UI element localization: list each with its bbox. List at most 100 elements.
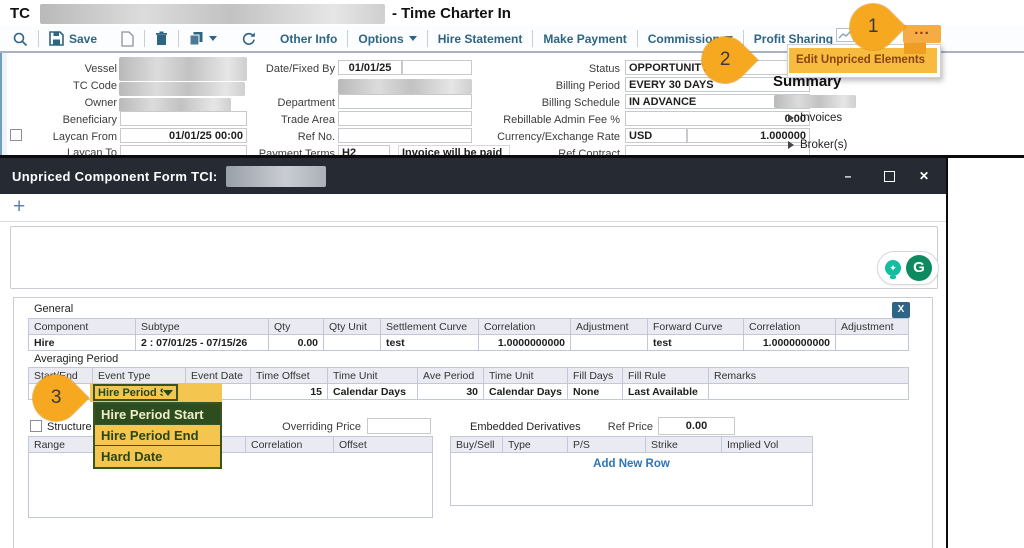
cell-remarks[interactable] [709,384,909,400]
modal-toolbar-row: + [0,194,946,222]
range-table: Range Correlation Offset [28,436,433,518]
derivatives-table-body: Add New Row [451,453,813,506]
cell-component[interactable]: Hire [29,335,136,351]
ref-price-label: Ref Price [595,421,653,433]
search-icon[interactable] [12,31,28,47]
make-payment-button[interactable]: Make Payment [543,32,626,46]
trade-area-label: Trade Area [225,114,335,126]
col-adjustment-1: Adjustment [571,319,648,335]
date-field[interactable]: 01/01/25 [338,60,402,75]
cell-settlement-curve[interactable]: test [381,335,479,351]
tc-code-label: TC Code [7,80,117,92]
toolbar-separator [178,30,179,47]
range-empty-row [29,453,433,518]
cell-time-unit-1[interactable]: Calendar Days [328,384,418,400]
other-info-button[interactable]: Other Info [280,32,337,46]
cell-qty[interactable]: 0.00 [269,335,324,351]
col-range-correlation: Correlation [246,437,334,453]
department-label: Department [225,97,335,109]
cell-adjustment-1[interactable] [571,335,648,351]
more-actions-button[interactable]: ... [903,25,941,43]
summary-brokers-link[interactable]: Broker(s) [788,139,847,151]
cell-ave-period[interactable]: 30 [418,384,484,400]
cell-adjustment-2[interactable] [836,335,909,351]
derivatives-table: Buy/Sell Type P/S Strike Implied Vol Add… [450,436,813,506]
ref-price-input[interactable]: 0.00 [658,417,735,435]
refresh-icon[interactable] [241,31,256,46]
cell-time-unit-2[interactable]: Calendar Days [484,384,568,400]
ref-no-label: Ref No. [225,131,335,143]
section-close-button[interactable]: X [892,302,910,318]
callout-1-number: 1 [868,16,879,38]
col-ave-period: Ave Period [418,368,484,384]
options-menu-button[interactable]: Options [358,32,416,46]
col-correlation-1: Correlation [479,319,571,335]
minimize-button[interactable]: – [840,169,856,183]
cell-correlation-2[interactable]: 1.0000000000 [744,335,836,351]
owner-value-redacted[interactable] [119,98,231,112]
cell-time-offset[interactable]: 15 [251,384,328,400]
rebillable-fee-label: Rebillable Admin Fee % [475,114,620,126]
save-button[interactable]: Save [49,31,97,46]
col-type: Type [503,437,568,453]
rebillable-fee-field[interactable]: 0.00 [625,111,810,126]
overriding-price-input[interactable] [367,418,431,434]
trade-area-field[interactable] [338,111,472,126]
laycan-checkbox[interactable] [10,129,22,141]
laycan-from-label: Laycan From [27,131,117,143]
event-type-value: Hire Period Sta [95,387,163,399]
callout-3-number: 3 [51,387,62,409]
currency-field[interactable]: USD [625,128,687,143]
cell-fill-days[interactable]: None [568,384,623,400]
delete-icon[interactable] [155,31,168,46]
option-hire-period-end[interactable]: Hire Period End [95,425,220,446]
general-table: Component Subtype Qty Qty Unit Settlemen… [28,318,909,351]
event-type-dropdown-list: Hire Period Start Hire Period End Hard D… [93,402,222,469]
cell-correlation-1[interactable]: 1.0000000000 [479,335,571,351]
summary-invoices-link[interactable]: Invoices [788,112,842,124]
cell-forward-curve[interactable]: test [648,335,744,351]
structure-checkbox[interactable] [30,420,42,432]
grammarly-widget: ✦ G [877,251,939,285]
copy-button[interactable] [189,31,217,46]
menu-highlight-notch [904,43,926,54]
cell-fill-rule[interactable]: Last Available [623,384,709,400]
add-component-button[interactable]: + [13,194,25,219]
app-root: TC - Time Charter In Save [0,0,1024,548]
lightbulb-icon[interactable]: ✦ [885,260,901,276]
option-hard-date[interactable]: Hard Date [95,446,220,467]
save-label: Save [69,32,97,46]
range-table-body[interactable] [29,453,433,518]
window-title-prefix: TC [10,5,30,22]
toolbar-separator [532,30,533,47]
summary-value-redacted [774,95,856,108]
derivatives-header-row: Buy/Sell Type P/S Strike Implied Vol [451,437,813,453]
col-correlation-2: Correlation [744,319,836,335]
col-fill-days: Fill Days [568,368,623,384]
fixed-by-field[interactable] [402,60,472,75]
toolbar-separator [347,30,348,47]
department-field[interactable] [338,94,472,109]
close-button[interactable]: ✕ [916,169,932,183]
add-new-row-link[interactable]: Add New Row [593,458,670,470]
event-type-select[interactable]: Hire Period Sta [93,384,178,401]
tc-code-value-redacted[interactable] [119,82,245,96]
triangle-right-icon [788,141,794,149]
col-event-type: Event Type [93,368,186,384]
option-hire-period-start[interactable]: Hire Period Start [95,404,220,425]
modal-title: Unpriced Component Form TCI: [12,169,218,184]
modal-titlebar[interactable]: Unpriced Component Form TCI: – ✕ [0,158,946,194]
col-forward-curve: Forward Curve [648,319,744,335]
cell-subtype[interactable]: 2 : 07/01/25 - 07/15/26 [136,335,269,351]
grammarly-g-icon[interactable]: G [906,255,932,281]
remarks-textarea[interactable] [10,226,938,289]
new-document-icon[interactable] [121,31,134,47]
cell-qty-unit[interactable] [324,335,381,351]
hire-statement-button[interactable]: Hire Statement [438,32,523,46]
general-section-label: General [34,303,73,315]
save-icon [49,31,64,46]
maximize-button[interactable] [884,171,895,182]
fixed-by-value-redacted[interactable] [338,79,472,94]
ref-no-field[interactable] [338,128,472,143]
averaging-header-row: Start/End Event Type Event Date Time Off… [29,368,909,384]
